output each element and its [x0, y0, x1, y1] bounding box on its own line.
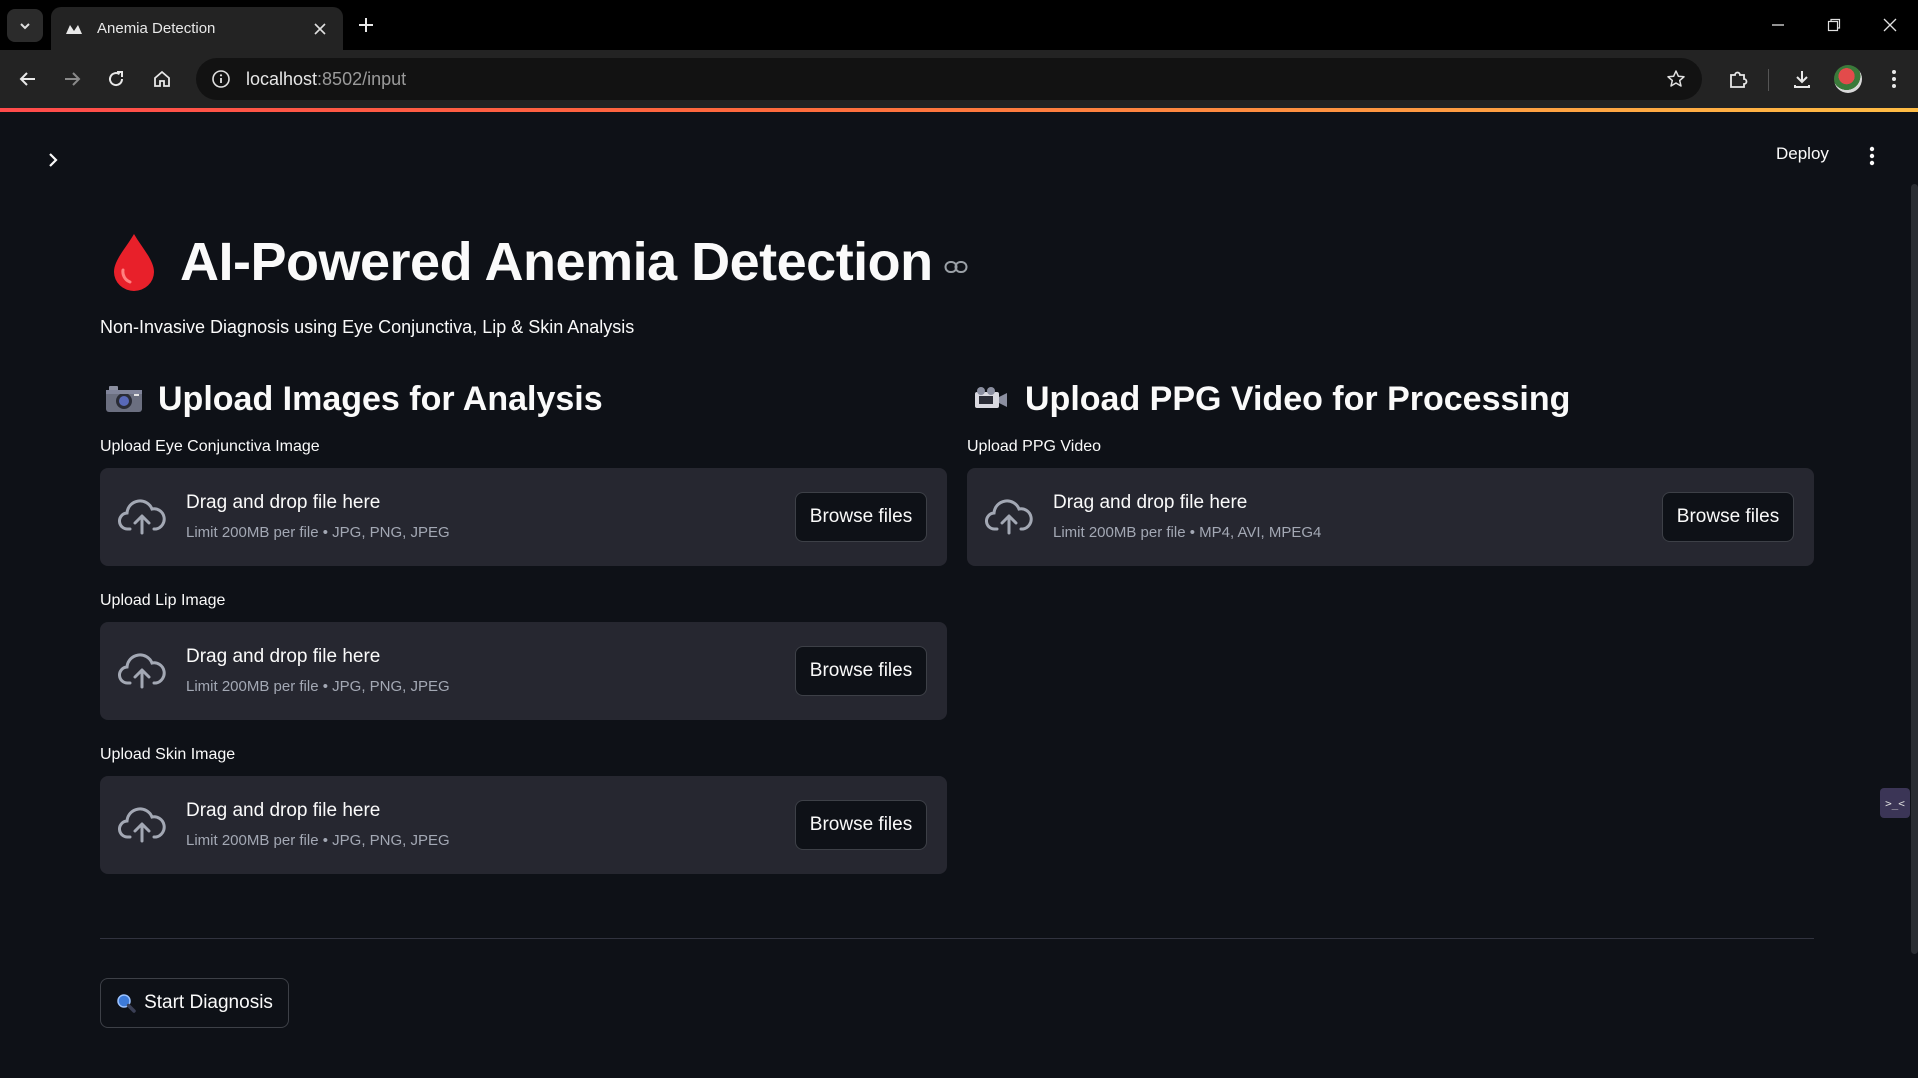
cloud-upload-icon [118, 499, 166, 535]
link-icon[interactable] [943, 254, 969, 280]
chrome-menu-button[interactable] [1878, 63, 1910, 95]
tab-title: Anemia Detection [97, 20, 216, 37]
home-icon [154, 70, 170, 87]
browse-files-button[interactable]: Browse files [795, 800, 927, 850]
forward-button[interactable] [56, 63, 88, 95]
extensions-icon [1730, 71, 1748, 88]
video-section-heading: Upload PPG Video for Processing [1025, 379, 1571, 418]
dropzone-instructions: Drag and drop file here [186, 800, 381, 821]
magnifier-icon [117, 994, 136, 1013]
dropzone-instructions: Drag and drop file here [186, 646, 381, 667]
kebab-menu-icon [1869, 146, 1875, 166]
url-host: localhost [246, 68, 318, 89]
video-camera-icon [971, 379, 1011, 419]
browse-files-button[interactable]: Browse files [795, 492, 927, 542]
tab-search-button[interactable] [7, 9, 43, 42]
deploy-button[interactable]: Deploy [1770, 140, 1835, 168]
url-path: :8502/input [317, 68, 407, 89]
images-column: Upload Images for Analysis Upload Eye Co… [100, 374, 947, 874]
dropzone-instructions: Drag and drop file here [186, 492, 381, 513]
file-dropzone[interactable]: Drag and drop file here Limit 200MB per … [100, 776, 947, 874]
uploader-label: Upload PPG Video [967, 438, 1102, 455]
home-button[interactable] [146, 63, 178, 95]
back-icon [19, 72, 35, 86]
site-info-icon[interactable] [200, 58, 242, 100]
file-dropzone[interactable]: Drag and drop file here Limit 200MB per … [100, 622, 947, 720]
title-row: AI-Powered Anemia Detection [108, 222, 969, 302]
address-bar[interactable]: localhost:8502/input [196, 58, 1702, 100]
browser-tab-bar: Anemia Detection [0, 0, 1918, 50]
back-button[interactable] [12, 63, 44, 95]
dropzone-limit: Limit 200MB per file • JPG, PNG, JPEG [186, 524, 450, 541]
tab-search-icon [20, 22, 30, 29]
extensions-button[interactable] [1722, 63, 1754, 95]
plus-icon [359, 18, 373, 32]
skin-uploader: Upload Skin Image Drag and drop file her… [100, 746, 947, 874]
sidebar-expand-button[interactable] [40, 147, 66, 173]
minimize-icon [1772, 24, 1784, 26]
browse-files-button[interactable]: Browse files [1662, 492, 1794, 542]
close-icon[interactable] [309, 18, 331, 40]
page-title: AI-Powered Anemia Detection [180, 232, 933, 292]
dropzone-limit: Limit 200MB per file • JPG, PNG, JPEG [186, 832, 450, 849]
window-close-button[interactable] [1876, 11, 1904, 39]
divider [100, 938, 1814, 939]
blood-drop-icon [114, 234, 154, 291]
ppg-video-uploader: Upload PPG Video Drag and drop file here… [967, 438, 1814, 566]
cloud-upload-icon [985, 499, 1033, 535]
star-icon[interactable] [1664, 67, 1688, 91]
reload-button[interactable] [100, 63, 132, 95]
eye-conjunctiva-uploader: Upload Eye Conjunctiva Image Drag and dr… [100, 438, 947, 566]
floating-widget[interactable]: >_< [1880, 788, 1910, 818]
forward-icon [65, 72, 81, 86]
images-section-heading: Upload Images for Analysis [158, 379, 603, 418]
main-menu-button[interactable] [1860, 142, 1884, 170]
scrollbar[interactable] [1911, 184, 1918, 954]
dropzone-limit: Limit 200MB per file • MP4, AVI, MPEG4 [1053, 524, 1322, 541]
dropzone-limit: Limit 200MB per file • JPG, PNG, JPEG [186, 678, 450, 695]
file-dropzone[interactable]: Drag and drop file here Limit 200MB per … [100, 468, 947, 566]
video-section-header: Upload PPG Video for Processing [967, 374, 1814, 424]
url-text: localhost:8502/input [246, 69, 406, 90]
reload-icon [109, 71, 124, 87]
dropzone-instructions: Drag and drop file here [1053, 492, 1248, 513]
start-diagnosis-button[interactable]: Start Diagnosis [100, 978, 289, 1028]
restore-icon [1827, 18, 1841, 32]
browser-toolbar: localhost:8502/input [0, 50, 1918, 108]
file-dropzone[interactable]: Drag and drop file here Limit 200MB per … [967, 468, 1814, 566]
streamlit-favicon-icon [65, 20, 83, 38]
start-diagnosis-label: Start Diagnosis [144, 992, 273, 1013]
uploader-label: Upload Lip Image [100, 592, 226, 609]
new-tab-button[interactable] [353, 12, 379, 38]
browser-tab-active[interactable]: Anemia Detection [51, 7, 343, 50]
browse-files-button[interactable]: Browse files [795, 646, 927, 696]
lip-uploader: Upload Lip Image Drag and drop file here… [100, 592, 947, 720]
restore-button[interactable] [1820, 11, 1848, 39]
minimize-button[interactable] [1764, 11, 1792, 39]
page-subtitle: Non-Invasive Diagnosis using Eye Conjunc… [100, 317, 635, 337]
window-close-icon [1883, 18, 1897, 32]
video-column: Upload PPG Video for Processing Upload P… [967, 374, 1814, 566]
download-icon [1794, 71, 1810, 88]
toolbar-separator [1768, 69, 1769, 91]
cloud-upload-icon [118, 653, 166, 689]
app-main: Deploy >_< AI-Powered Anemia Detection N… [0, 112, 1918, 1078]
uploader-label: Upload Eye Conjunctiva Image [100, 438, 320, 455]
download-button[interactable] [1786, 63, 1818, 95]
uploader-label: Upload Skin Image [100, 746, 236, 763]
images-section-header: Upload Images for Analysis [100, 374, 947, 424]
chrome-menu-icon [1892, 70, 1896, 88]
cloud-upload-icon [118, 807, 166, 843]
camera-icon [104, 379, 144, 419]
chevron-right-icon [49, 153, 58, 167]
profile-avatar[interactable] [1834, 65, 1862, 93]
